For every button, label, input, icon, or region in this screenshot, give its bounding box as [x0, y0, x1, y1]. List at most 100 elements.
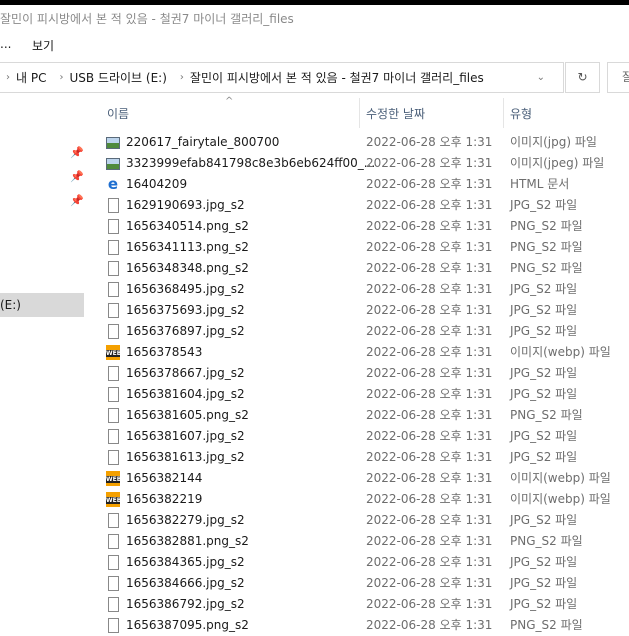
- file-name: 1629190693.jpg_s2: [126, 198, 245, 212]
- blank-file-icon: [108, 576, 119, 591]
- file-type: PNG_S2 파일: [510, 219, 583, 233]
- webp-file-icon: WEBP: [106, 345, 126, 360]
- file-type: JPG_S2 파일: [510, 387, 578, 401]
- file-row[interactable]: e 16404209 2022-06-28 오후 1:31 HTML 문서: [104, 174, 624, 195]
- file-row[interactable]: 1656348348.png_s2 2022-06-28 오후 1:31 PNG_S…: [104, 258, 624, 279]
- file-name: 220617_fairytale_800700: [126, 135, 280, 149]
- file-date: 2022-06-28 오후 1:31: [366, 240, 493, 254]
- pin-icon[interactable]: 📌: [70, 170, 84, 183]
- file-row[interactable]: 1656381607.jpg_s2 2022-06-28 오후 1:31 JPG_S…: [104, 426, 624, 447]
- file-name: 1656384666.jpg_s2: [126, 576, 245, 590]
- column-header-name[interactable]: 이름: [107, 104, 129, 126]
- nav-item-usb-drive[interactable]: (E:): [0, 293, 84, 317]
- chevron-right-icon: ›: [6, 72, 10, 83]
- blank-file-icon: [108, 324, 119, 339]
- file-name: 1656381607.jpg_s2: [126, 429, 245, 443]
- file-row[interactable]: WEBP 1656382144 2022-06-28 오후 1:31 이미지(webp…: [104, 468, 624, 489]
- file-date: 2022-06-28 오후 1:31: [366, 198, 493, 212]
- file-type: JPG_S2 파일: [510, 324, 578, 338]
- file-row[interactable]: 3323999efab841798c8e3b6eb624ff00_... 2022…: [104, 153, 624, 174]
- file-row[interactable]: 1656382881.png_s2 2022-06-28 오후 1:31 PNG_S…: [104, 531, 624, 552]
- file-date: 2022-06-28 오후 1:31: [366, 366, 493, 380]
- file-row[interactable]: 1656382279.jpg_s2 2022-06-28 오후 1:31 JPG_S…: [104, 510, 624, 531]
- file-type: HTML 문서: [510, 177, 570, 191]
- menu-item-partial[interactable]: ...: [0, 37, 11, 51]
- file-type: 이미지(jpeg) 파일: [510, 156, 605, 170]
- blank-file-icon: [108, 408, 119, 423]
- file-date: 2022-06-28 오후 1:31: [366, 471, 493, 485]
- blank-file-icon: [108, 534, 119, 549]
- file-type: JPG_S2 파일: [510, 282, 578, 296]
- file-row[interactable]: 1656368495.jpg_s2 2022-06-28 오후 1:31 JPG_S…: [104, 279, 624, 300]
- file-row[interactable]: 1656340514.png_s2 2022-06-28 오후 1:31 PNG_S…: [104, 216, 624, 237]
- file-row[interactable]: 1656378667.jpg_s2 2022-06-28 오후 1:31 JPG_S…: [104, 363, 624, 384]
- file-type: 이미지(webp) 파일: [510, 471, 611, 485]
- file-date: 2022-06-28 오후 1:31: [366, 282, 493, 296]
- file-row[interactable]: 1656384666.jpg_s2 2022-06-28 오후 1:31 JPG_S…: [104, 573, 624, 594]
- file-type: JPG_S2 파일: [510, 555, 578, 569]
- file-name: 1656387095.png_s2: [126, 618, 249, 632]
- file-row[interactable]: 1656341113.png_s2 2022-06-28 오후 1:31 PNG_S…: [104, 237, 624, 258]
- file-date: 2022-06-28 오후 1:31: [366, 324, 493, 338]
- breadcrumb-item[interactable]: 잘민이 피시방에서 본 적 있음 - 철권7 마이너 갤러리_files: [190, 69, 484, 86]
- file-row[interactable]: 1656384365.jpg_s2 2022-06-28 오후 1:31 JPG_S…: [104, 552, 624, 573]
- blank-file-icon: [108, 282, 119, 297]
- file-type: 이미지(webp) 파일: [510, 345, 611, 359]
- file-row[interactable]: WEBP 1656378543 2022-06-28 오후 1:31 이미지(webp…: [104, 342, 624, 363]
- chevron-down-icon[interactable]: ⌄: [537, 72, 545, 83]
- file-type: JPG_S2 파일: [510, 450, 578, 464]
- breadcrumb-item[interactable]: 내 PC: [16, 69, 46, 86]
- breadcrumb-item[interactable]: USB 드라이브 (E:): [69, 69, 166, 86]
- file-date: 2022-06-28 오후 1:31: [366, 576, 493, 590]
- column-divider[interactable]: [359, 98, 360, 128]
- file-date: 2022-06-28 오후 1:31: [366, 387, 493, 401]
- column-header-date[interactable]: 수정한 날짜: [366, 104, 425, 126]
- blank-file-icon: [108, 597, 119, 612]
- menu-view[interactable]: 보기: [32, 37, 54, 54]
- file-name: 16404209: [126, 177, 188, 191]
- column-divider[interactable]: [503, 98, 504, 128]
- file-type: JPG_S2 파일: [510, 303, 578, 317]
- address-bar[interactable]: › 내 PC › USB 드라이브 (E:) › 잘민이 피시방에서 본 적 있…: [0, 62, 564, 93]
- file-row[interactable]: 220617_fairytale_800700 2022-06-28 오후 1:3…: [104, 132, 624, 153]
- file-row[interactable]: 1656387095.png_s2 2022-06-28 오후 1:31 PNG_S…: [104, 615, 624, 636]
- file-name: 1656378543: [126, 345, 203, 359]
- file-date: 2022-06-28 오후 1:31: [366, 429, 493, 443]
- pin-icon[interactable]: 📌: [70, 146, 84, 159]
- webp-file-icon: WEBP: [106, 492, 126, 507]
- file-row[interactable]: WEBP 1656382219 2022-06-28 오후 1:31 이미지(webp…: [104, 489, 624, 510]
- file-date: 2022-06-28 오후 1:31: [366, 555, 493, 569]
- file-row[interactable]: 1656376897.jpg_s2 2022-06-28 오후 1:31 JPG_S…: [104, 321, 624, 342]
- refresh-button[interactable]: ↻: [565, 62, 600, 93]
- file-date: 2022-06-28 오후 1:31: [366, 177, 493, 191]
- search-input[interactable]: 잘: [607, 62, 629, 93]
- file-row[interactable]: 1656375693.jpg_s2 2022-06-28 오후 1:31 JPG_S…: [104, 300, 624, 321]
- file-type: 이미지(webp) 파일: [510, 492, 611, 506]
- file-row[interactable]: 1656381605.png_s2 2022-06-28 오후 1:31 PNG_S…: [104, 405, 624, 426]
- pin-icon[interactable]: 📌: [70, 194, 84, 207]
- file-date: 2022-06-28 오후 1:31: [366, 597, 493, 611]
- file-type: JPG_S2 파일: [510, 597, 578, 611]
- blank-file-icon: [108, 366, 119, 381]
- file-name: 1656341113.png_s2: [126, 240, 249, 254]
- file-date: 2022-06-28 오후 1:31: [366, 261, 493, 275]
- webp-file-icon: WEBP: [106, 471, 126, 486]
- file-name: 1656382279.jpg_s2: [126, 513, 245, 527]
- column-header-type[interactable]: 유형: [510, 104, 532, 126]
- file-name: 1656378667.jpg_s2: [126, 366, 245, 380]
- chevron-right-icon: ›: [59, 72, 64, 83]
- file-date: 2022-06-28 오후 1:31: [366, 534, 493, 548]
- file-row[interactable]: 1656381604.jpg_s2 2022-06-28 오후 1:31 JPG_S…: [104, 384, 624, 405]
- file-row[interactable]: 1656381613.jpg_s2 2022-06-28 오후 1:31 JPG_S…: [104, 447, 624, 468]
- taskbar-strip: [0, 0, 629, 5]
- file-date: 2022-06-28 오후 1:31: [366, 303, 493, 317]
- blank-file-icon: [108, 429, 119, 444]
- file-row[interactable]: 1629190693.jpg_s2 2022-06-28 오후 1:31 JPG_S…: [104, 195, 624, 216]
- file-date: 2022-06-28 오후 1:31: [366, 156, 493, 170]
- blank-file-icon: [108, 513, 119, 528]
- file-type: PNG_S2 파일: [510, 408, 583, 422]
- file-date: 2022-06-28 오후 1:31: [366, 135, 493, 149]
- file-name: 1656381605.png_s2: [126, 408, 249, 422]
- file-row[interactable]: 1656386792.jpg_s2 2022-06-28 오후 1:31 JPG_S…: [104, 594, 624, 615]
- blank-file-icon: [108, 261, 119, 276]
